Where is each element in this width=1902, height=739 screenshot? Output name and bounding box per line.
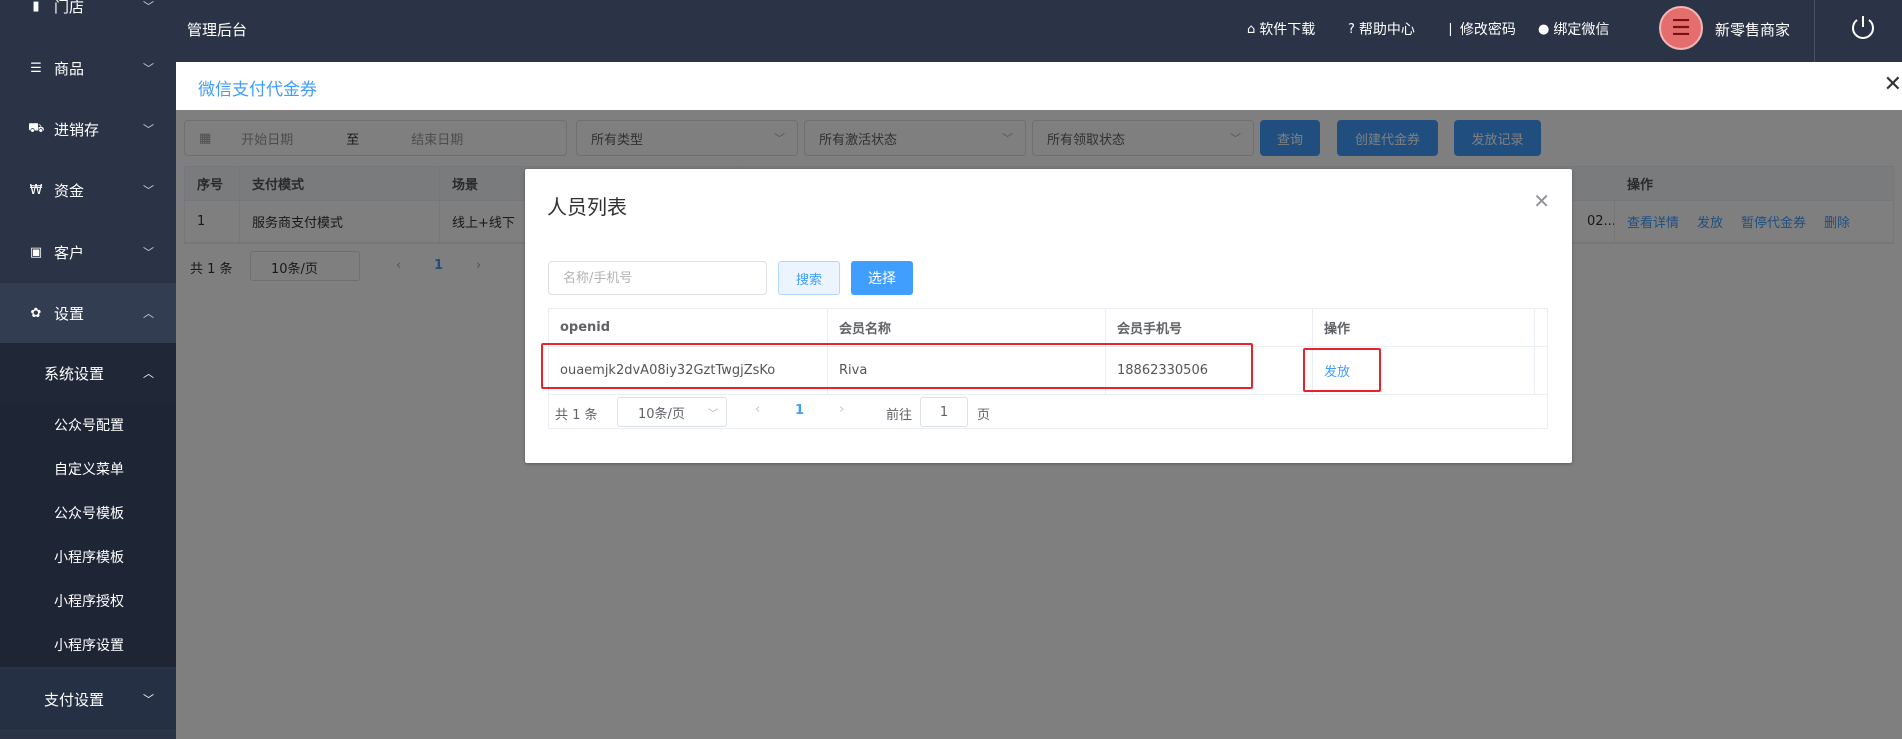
chevron-left-icon[interactable]: ‹ <box>755 402 760 417</box>
page-size-select[interactable]: 10条/页 ﹀ <box>617 397 727 427</box>
sidebar-item-label: 商品 <box>54 59 85 78</box>
search-input[interactable] <box>548 261 767 295</box>
sidebar-leaf-label: 公众号配置 <box>54 418 124 434</box>
link-label: 帮助中心 <box>1358 22 1415 38</box>
table-header: openid 会员名称 会员手机号 操作 <box>549 309 1547 347</box>
thermometer-icon: ❘ <box>1445 21 1456 37</box>
column-header-phone: 会员手机号 <box>1106 309 1313 346</box>
sidebar-item-goods[interactable]: ☰ 商品 ﹀ <box>0 38 176 98</box>
topbar-divider <box>1814 0 1815 62</box>
column-header-action: 操作 <box>1313 309 1535 346</box>
sidebar-leaf-miniapp-auth[interactable]: 小程序授权 <box>0 579 176 623</box>
search-button[interactable]: 搜索 <box>778 261 840 295</box>
select-button[interactable]: 选择 <box>851 261 913 295</box>
chevron-down-icon: ﹀ <box>143 693 154 706</box>
sidebar-leaf-label: 自定义菜单 <box>54 462 124 478</box>
sidebar-item-label: 进销存 <box>54 120 100 139</box>
sidebar-leaf-miniapp-settings[interactable]: 小程序设置 <box>0 623 176 667</box>
sidebar: ▮ 门店 ﹀ ☰ 商品 ﹀ ⛟ 进销存 ﹀ ₩ 资金 ﹀ ▣ 客户 ﹀ ✿ 设置… <box>0 0 176 739</box>
sidebar-item-funds[interactable]: ₩ 资金 ﹀ <box>0 160 176 220</box>
sidebar-leaf-label: 小程序设置 <box>54 638 124 654</box>
sidebar-item-label: 资金 <box>54 181 85 200</box>
download-link[interactable]: ⌂ 软件下载 <box>1247 19 1315 39</box>
list-icon: ☰ <box>30 60 42 76</box>
help-icon: ? <box>1348 21 1355 37</box>
sidebar-item-label: 设置 <box>54 304 85 323</box>
chevron-down-icon: ﹀ <box>708 408 718 420</box>
link-label: 绑定微信 <box>1553 22 1610 38</box>
sidebar-group-system-settings[interactable]: 系统设置 ︿ <box>0 343 176 403</box>
member-pagination: 共 1 条 10条/页 ﹀ ‹ 1 › 前往 页 <box>549 395 1547 429</box>
sidebar-leaf-label: 小程序授权 <box>54 594 124 610</box>
sidebar-group-payment-settings[interactable]: 支付设置 ﹀ <box>0 669 176 729</box>
change-password-link[interactable]: ❘ 修改密码 <box>1445 19 1516 39</box>
sidebar-group-label: 系统设置 <box>44 364 105 383</box>
sidebar-item-label: 门店 <box>54 0 85 16</box>
panel-title: 微信支付代金券 <box>198 80 317 100</box>
goto-page-input[interactable] <box>920 397 968 427</box>
close-icon[interactable]: ✕ <box>1533 189 1550 213</box>
goto-label: 前往 <box>886 408 913 423</box>
chevron-down-icon: ﹀ <box>143 246 154 259</box>
sidebar-leaf-miniapp-template[interactable]: 小程序模板 <box>0 535 176 579</box>
chevron-right-icon[interactable]: › <box>839 402 844 417</box>
sidebar-leaf-custom-menu[interactable]: 自定义菜单 <box>0 447 176 491</box>
column-header-name: 会员名称 <box>828 309 1106 346</box>
chevron-down-icon: ﹀ <box>143 184 154 197</box>
topbar: 管理后台 ⌂ 软件下载 ? 帮助中心 ❘ 修改密码 ● 绑定微信 ☰ 新零售商家 <box>176 0 1902 62</box>
avatar[interactable]: ☰ <box>1659 6 1703 50</box>
sidebar-item-customer[interactable]: ▣ 客户 ﹀ <box>0 222 176 282</box>
link-label: 修改密码 <box>1459 22 1516 38</box>
pager-total: 共 1 条 <box>555 408 598 423</box>
power-icon[interactable] <box>1848 12 1878 42</box>
member-list-dialog: 人员列表 ✕ 搜索 选择 openid 会员名称 会员手机号 操作 ouaemj… <box>525 169 1572 463</box>
column-header-openid: openid <box>549 309 828 346</box>
highlight-issue-action <box>1303 348 1381 392</box>
close-icon[interactable]: ✕ <box>1884 72 1902 97</box>
chevron-down-icon: ﹀ <box>143 123 154 136</box>
select-value: 10条/页 <box>638 406 685 422</box>
shop-name[interactable]: 新零售商家 <box>1715 19 1790 40</box>
dialog-title: 人员列表 <box>547 195 627 219</box>
highlight-member-row <box>541 343 1253 389</box>
sidebar-leaf-label: 公众号模板 <box>54 506 124 522</box>
link-label: 软件下载 <box>1259 22 1316 38</box>
current-page[interactable]: 1 <box>795 403 804 418</box>
gear-icon: ✿ <box>30 305 42 321</box>
download-icon: ⌂ <box>1247 21 1256 37</box>
chevron-up-icon: ︿ <box>143 367 154 380</box>
sidebar-item-inventory[interactable]: ⛟ 进销存 ﹀ <box>0 99 176 159</box>
help-link[interactable]: ? 帮助中心 <box>1348 19 1415 39</box>
sidebar-item-settings[interactable]: ✿ 设置 ︿ <box>0 283 176 343</box>
panel-header: 微信支付代金券 ✕ <box>176 62 1902 110</box>
chevron-down-icon: ﹀ <box>143 0 154 13</box>
won-icon: ₩ <box>29 182 43 198</box>
sidebar-leaf-mp-template[interactable]: 公众号模板 <box>0 491 176 535</box>
sidebar-leaf-label: 小程序模板 <box>54 550 124 566</box>
chevron-down-icon: ﹀ <box>143 62 154 75</box>
sidebar-leaf-mp-config[interactable]: 公众号配置 <box>0 403 176 447</box>
bind-wechat-link[interactable]: ● 绑定微信 <box>1538 19 1609 39</box>
chevron-up-icon: ︿ <box>143 307 154 320</box>
store-icon: ▮ <box>32 0 40 14</box>
sidebar-group-label: 支付设置 <box>44 690 105 709</box>
wechat-icon: ● <box>1538 21 1550 37</box>
page-suffix: 页 <box>977 408 991 423</box>
sidebar-item-label: 客户 <box>54 243 85 262</box>
app-title: 管理后台 <box>187 21 248 39</box>
id-card-icon: ▣ <box>29 244 43 260</box>
truck-icon: ⛟ <box>28 120 45 136</box>
sidebar-item-store[interactable]: ▮ 门店 ﹀ <box>0 0 176 36</box>
